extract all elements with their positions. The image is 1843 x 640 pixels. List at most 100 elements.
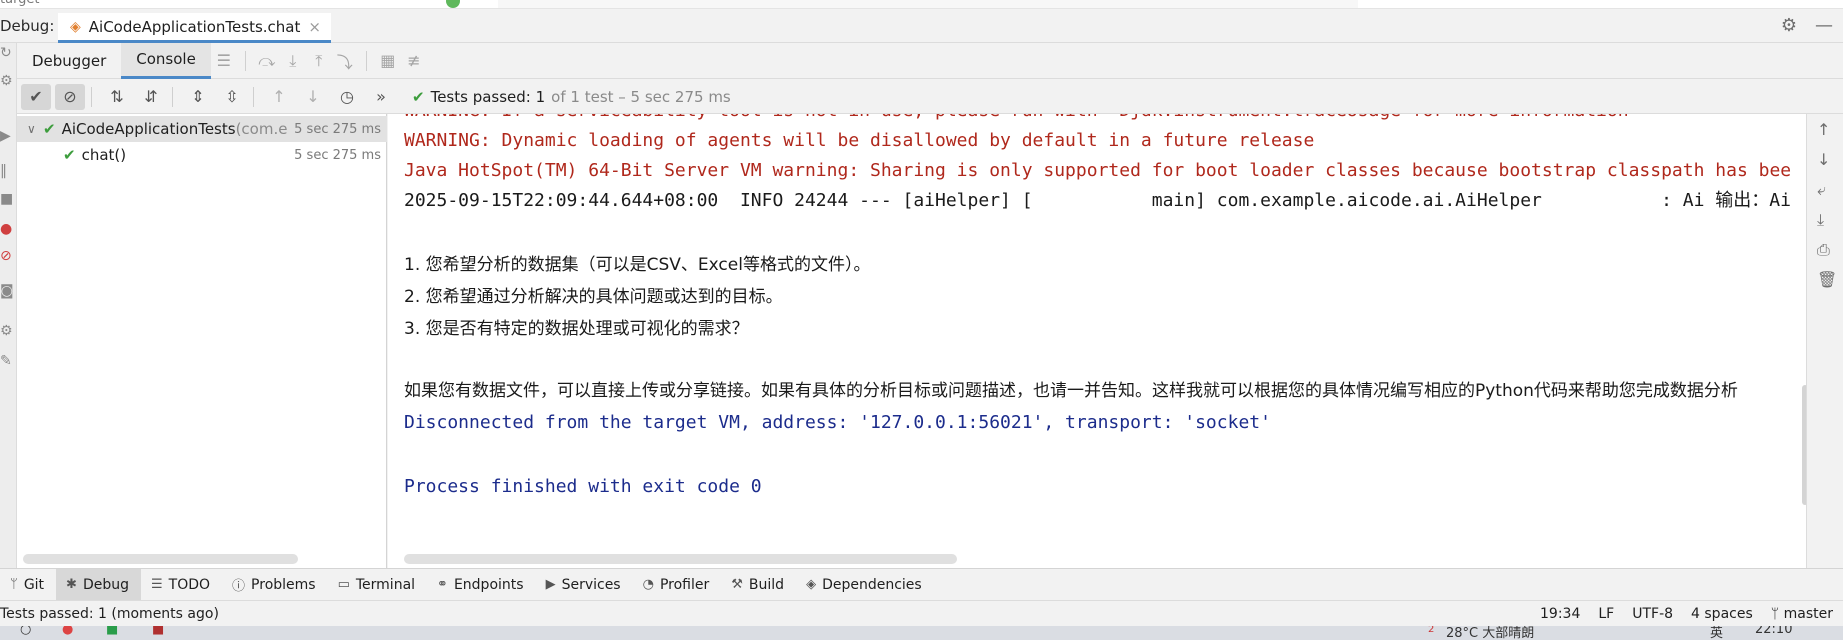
- file-encoding[interactable]: UTF-8: [1632, 606, 1673, 622]
- caret-position[interactable]: 19:34: [1540, 606, 1580, 622]
- layers-icon: ◈: [806, 577, 817, 592]
- tool-tab-terminal[interactable]: ▭ Terminal: [328, 569, 427, 601]
- tree-node-test-class[interactable]: ∨ ✔ AiCodeApplicationTests (com.e 5 sec …: [17, 116, 387, 142]
- console-line: 2. 您希望通过分析解决的具体问题或达到的目标。: [404, 287, 783, 307]
- pause-icon[interactable]: ‖: [0, 163, 7, 179]
- debug-window-title: Debug:: [0, 17, 55, 35]
- clock-text[interactable]: 22:10: [1755, 626, 1792, 637]
- chevron-down-icon[interactable]: ∨: [27, 122, 43, 136]
- pin-icon[interactable]: ✎: [0, 353, 12, 369]
- show-ignored-icon[interactable]: ⊘: [55, 83, 85, 110]
- sort-alpha-icon[interactable]: ⇅: [102, 84, 132, 110]
- toolbar-divider: [365, 50, 367, 71]
- status-message[interactable]: Tests passed: 1 (moments ago): [0, 606, 219, 622]
- run-to-cursor-icon[interactable]: ⤵: [332, 49, 358, 73]
- step-out-icon[interactable]: ⤒: [306, 51, 332, 71]
- hammer-icon: ⚒: [731, 577, 743, 592]
- debug-title-bar: Debug: ◈ AiCodeApplicationTests.chat × ⚙…: [0, 9, 1843, 43]
- gear-icon[interactable]: ⚙: [1781, 15, 1797, 36]
- next-failed-icon[interactable]: ↓: [298, 84, 328, 110]
- tool-tab-problems[interactable]: ⓘ Problems: [222, 569, 328, 601]
- line-separator[interactable]: LF: [1598, 606, 1614, 622]
- app-icon[interactable]: ■: [152, 626, 164, 637]
- endpoints-icon: ⚭: [437, 577, 448, 592]
- settings-icon[interactable]: ⚙: [0, 323, 13, 339]
- tool-tab-profiler[interactable]: ◔ Profiler: [633, 569, 722, 601]
- stop-icon[interactable]: ■: [0, 191, 13, 207]
- check-icon: ✔: [63, 146, 76, 164]
- camera-icon[interactable]: ◙: [0, 283, 14, 299]
- show-passed-icon[interactable]: ✔: [21, 83, 51, 110]
- run-gutter-icon: [446, 0, 460, 8]
- test-duration: 5 sec 275 ms: [290, 121, 381, 137]
- sort-duration-icon[interactable]: ⇵: [136, 84, 166, 110]
- tab-console[interactable]: Console: [121, 42, 211, 79]
- tool-tab-build[interactable]: ⚒ Build: [721, 569, 796, 601]
- search-icon[interactable]: ○: [20, 626, 31, 637]
- editor-area: [498, 0, 1358, 8]
- soft-wrap-icon[interactable]: ⤶: [1817, 180, 1826, 200]
- trace-icon[interactable]: ≢: [401, 51, 427, 70]
- history-icon[interactable]: ◷: [332, 84, 362, 110]
- terminal-icon: ▭: [337, 577, 350, 592]
- horizontal-scrollbar[interactable]: [23, 554, 298, 564]
- tool-tab-services[interactable]: ▶ Services: [536, 569, 633, 601]
- test-method-name: chat(): [81, 146, 127, 164]
- console-actions-strip: ↑ ↓ ⤶ ⤓ ⎙ 🗑: [1806, 114, 1843, 568]
- step-over-icon[interactable]: ⤼: [254, 51, 280, 71]
- list-icon: ☰: [151, 577, 163, 592]
- evaluate-icon[interactable]: ▦: [375, 51, 401, 70]
- tool-tab-todo[interactable]: ☰ TODO: [141, 569, 222, 601]
- check-icon: ✔: [412, 87, 425, 106]
- console-line: 3. 您是否有特定的数据处理或可视化的需求？: [404, 319, 749, 339]
- previous-failed-icon[interactable]: ↑: [264, 84, 294, 110]
- chrome-icon[interactable]: ●: [62, 626, 73, 637]
- weather-text[interactable]: 28°C 大部晴朗: [1446, 626, 1534, 640]
- app-icon[interactable]: ■: [106, 626, 118, 637]
- test-tree: ∨ ✔ AiCodeApplicationTests (com.e 5 sec …: [17, 114, 387, 568]
- tool-tab-git[interactable]: ᛘ Git: [0, 569, 56, 601]
- menu-icon[interactable]: ☰: [211, 51, 237, 70]
- console-line: WARNING: Dynamic loading of agents will …: [404, 130, 1315, 151]
- services-icon: ▶: [545, 577, 556, 592]
- ime-indicator[interactable]: 英: [1710, 626, 1723, 640]
- git-branch-icon: ᛘ: [1770, 605, 1784, 622]
- debug-session-tab[interactable]: ◈ AiCodeApplicationTests.chat ×: [58, 13, 331, 43]
- collapse-all-icon[interactable]: ⇳: [217, 84, 247, 110]
- trash-icon[interactable]: 🗑: [1817, 270, 1837, 289]
- step-into-icon[interactable]: ⤓: [280, 51, 306, 71]
- console-output[interactable]: WARNING: If a serviceability tool is not…: [388, 114, 1806, 568]
- project-tree-hint: target: [0, 0, 40, 7]
- test-status: ✔ Tests passed: 1 of 1 test – 5 sec 275 …: [412, 88, 731, 106]
- horizontal-scrollbar[interactable]: [404, 554, 957, 564]
- print-icon[interactable]: ⎙: [1817, 240, 1830, 260]
- editor-remnant: target: [0, 0, 1843, 9]
- minimize-icon[interactable]: —: [1815, 15, 1833, 36]
- tree-node-test-method[interactable]: ✔ chat() 5 sec 275 ms: [17, 142, 387, 168]
- tool-tab-endpoints[interactable]: ⚭ Endpoints: [427, 569, 536, 601]
- close-icon[interactable]: ×: [308, 18, 321, 36]
- test-class-name: AiCodeApplicationTests: [61, 120, 236, 138]
- breakpoints-icon[interactable]: ●: [0, 221, 12, 237]
- check-icon: ✔: [43, 120, 56, 138]
- tool-tab-dependencies[interactable]: ◈ Dependencies: [796, 569, 934, 601]
- tests-summary-text: of 1 test – 5 sec 275 ms: [551, 87, 731, 106]
- tool-window-bar: ᛘ Git ✱ Debug ☰ TODO ⓘ Problems ▭ Termin…: [0, 568, 1843, 601]
- indent-setting[interactable]: 4 spaces: [1691, 606, 1753, 622]
- modify-run-icon[interactable]: ⚙: [0, 73, 13, 89]
- tool-tab-debug[interactable]: ✱ Debug: [56, 568, 141, 601]
- rerun-icon[interactable]: ↻: [0, 45, 12, 61]
- test-runner-toolbar: ✔ ⊘ ⇅ ⇵ ⇕ ⇳ ↑ ↓ ◷ » ✔ Tests passed: 1 of…: [17, 80, 1843, 114]
- console-line: Disconnected from the target VM, address…: [404, 412, 1271, 433]
- more-chevron-icon[interactable]: »: [366, 84, 396, 110]
- scroll-down-icon[interactable]: ↓: [1817, 150, 1830, 169]
- scroll-up-icon[interactable]: ↑: [1817, 120, 1830, 139]
- tab-debugger[interactable]: Debugger: [17, 43, 121, 79]
- expand-all-icon[interactable]: ⇕: [183, 84, 213, 110]
- git-branch[interactable]: ᛘ master: [1771, 606, 1833, 622]
- resume-icon[interactable]: ▶: [0, 128, 11, 144]
- scroll-to-end-icon[interactable]: ⤓: [1817, 210, 1824, 230]
- console-line: WARNING: If a serviceability tool is not…: [404, 114, 1629, 126]
- run-config-icon: ◈: [70, 18, 81, 35]
- mute-breakpoints-icon[interactable]: ⊘: [0, 248, 12, 264]
